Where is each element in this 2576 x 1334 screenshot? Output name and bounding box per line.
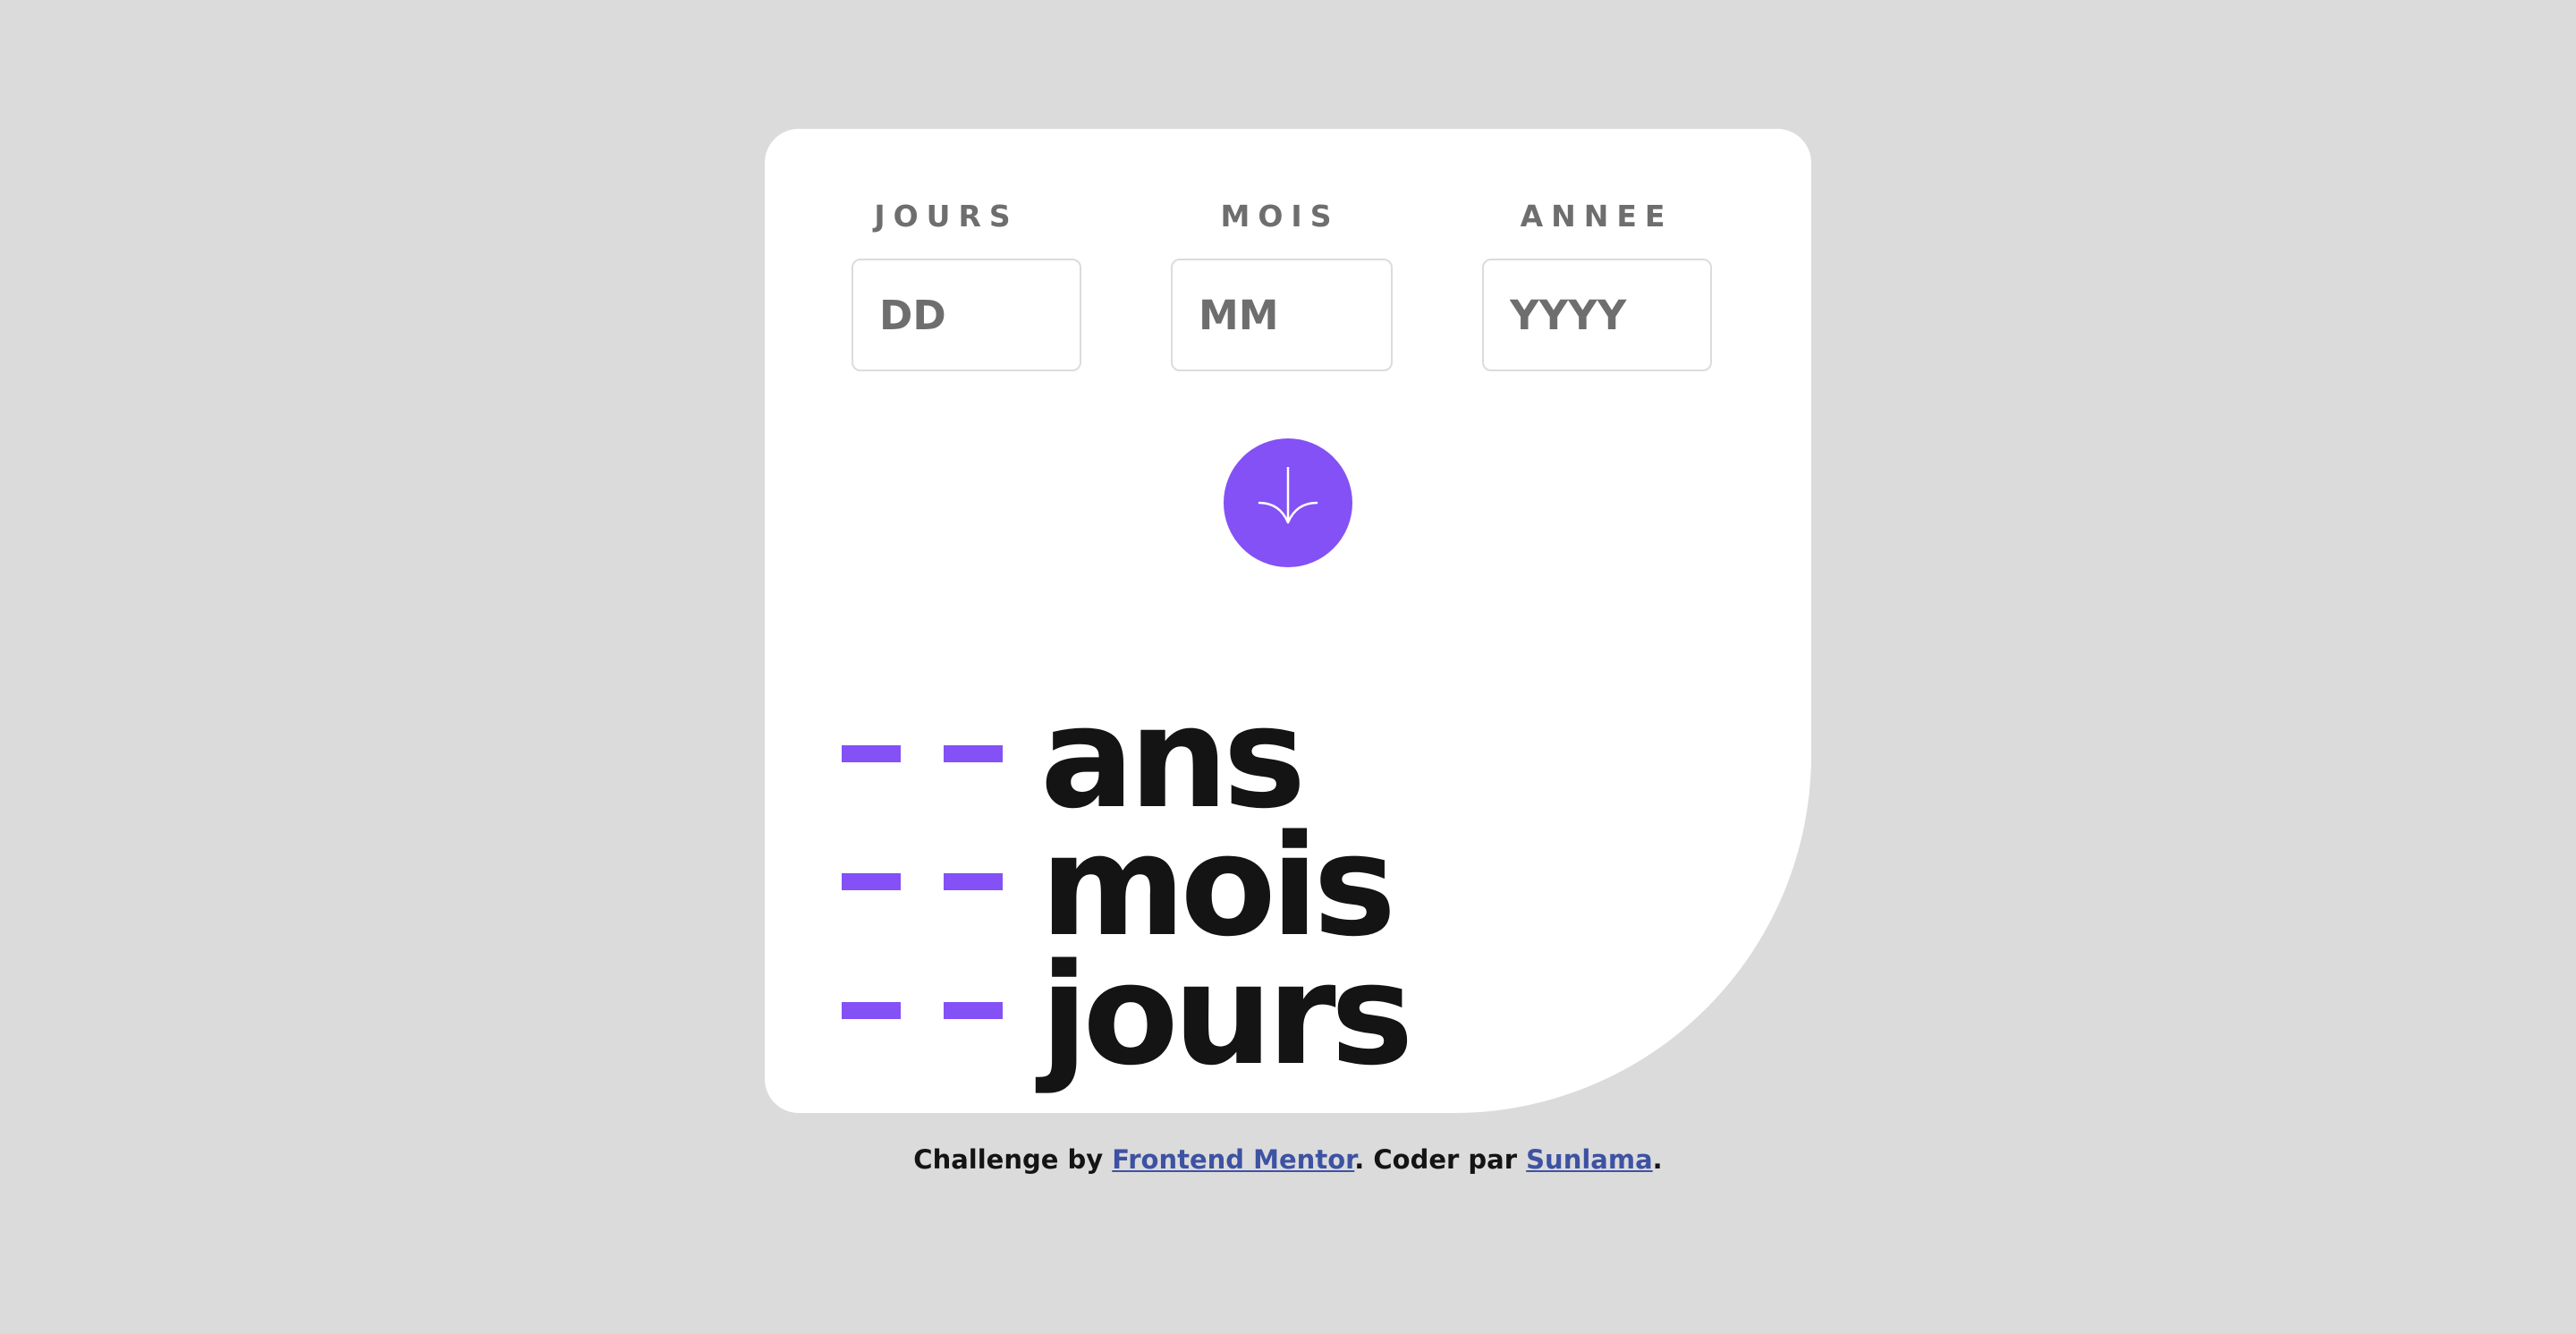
year-label: ANNEE xyxy=(1520,199,1674,234)
days-value-dash xyxy=(944,1002,1003,1019)
frontend-mentor-link[interactable]: Frontend Mentor xyxy=(1112,1144,1354,1175)
day-input[interactable] xyxy=(852,259,1081,371)
years-value-dash xyxy=(842,745,901,762)
author-link[interactable]: Sunlama xyxy=(1526,1144,1652,1175)
months-value-dash xyxy=(842,873,901,890)
attribution-middle: . Coder par xyxy=(1354,1144,1518,1175)
days-unit: jours xyxy=(1040,933,1413,1096)
month-label: MOIS xyxy=(1220,199,1340,234)
submit-button[interactable] xyxy=(1224,438,1352,567)
age-calculator-card: JOURS MOIS ANNEE ans mois jours xyxy=(765,129,1811,1113)
day-label: JOURS xyxy=(874,199,1019,234)
months-value-dash xyxy=(944,873,1003,890)
arrow-down-icon xyxy=(1258,467,1318,524)
attribution-suffix: . xyxy=(1652,1144,1663,1175)
year-input[interactable] xyxy=(1482,259,1712,371)
attribution: Challenge by Frontend Mentor. Coder par … xyxy=(0,1144,2576,1175)
days-value-dash xyxy=(842,1002,901,1019)
attribution-prefix: Challenge by xyxy=(913,1144,1104,1175)
month-input[interactable] xyxy=(1171,259,1393,371)
years-value-dash xyxy=(944,745,1003,762)
